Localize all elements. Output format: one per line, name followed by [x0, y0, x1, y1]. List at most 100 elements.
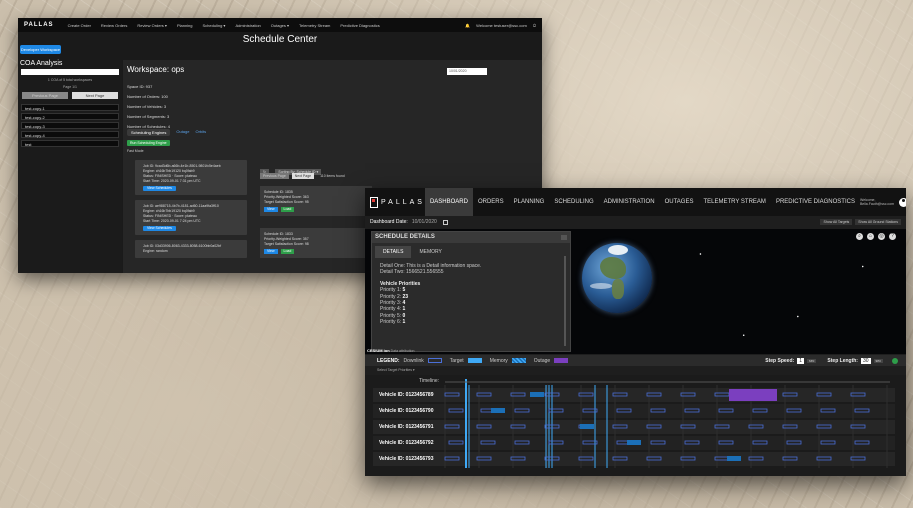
job-card: Job ID: ae988715-4b7b-4181-ad60-11aa9fa3… [135, 200, 247, 235]
job-engine: Engine: random [143, 249, 168, 253]
playback-controls: Step Speed: 1 sec Step Length: 30 sec [757, 357, 906, 364]
earth-globe[interactable] [582, 243, 652, 313]
globe-land-south-america [612, 279, 624, 299]
memory-block [491, 408, 505, 413]
nav-planning[interactable]: PLANNING [509, 188, 550, 216]
nav-scheduling[interactable]: Scheduling ▾ [203, 23, 226, 28]
nav-create-order[interactable]: Create Order [68, 23, 91, 28]
step-length-input[interactable]: 30 [860, 357, 871, 364]
coa-item[interactable]: test-copy-2 [21, 113, 119, 120]
coa-prev-button[interactable]: Previous Page [22, 92, 68, 99]
pallas-logo: PALLAS [24, 22, 54, 28]
nav-telemetry-stream[interactable]: Telemetry Stream [299, 23, 330, 28]
home-icon[interactable]: ⌂ [867, 233, 874, 240]
show-all-ground-stations-button[interactable]: Show All Ground Stations [855, 219, 901, 225]
schedule-pagination: Previous Page Next Page 110 items found [260, 173, 350, 179]
schedule-view-button[interactable]: View [264, 207, 278, 212]
fast-mode-toggle[interactable]: Fast Mode [127, 149, 144, 153]
globe-cloud [590, 283, 612, 289]
nav-orders[interactable]: ORDERS [473, 188, 509, 216]
tab-orbits[interactable]: Orbits [195, 129, 206, 136]
schedule-load-button[interactable]: Load [280, 249, 295, 254]
schedule-card: Schedule ID: 1835 Priority-Weighted Scor… [260, 186, 372, 216]
timeline-chart[interactable] [365, 375, 906, 476]
job-start: Start Time: 2020-09-01 7:31 pm UTC [143, 179, 201, 183]
outage-block [729, 389, 777, 401]
schedule-prev-button[interactable]: Previous Page [260, 173, 289, 179]
schedule-load-button[interactable]: Load [280, 207, 295, 212]
coa-item[interactable]: test-copy-1 [21, 104, 119, 111]
page-title: Schedule Center [242, 34, 318, 45]
schedule-card: Schedule ID: 1833 Priority-Weighted Scor… [260, 228, 372, 258]
target-priority-filter[interactable]: Select Target Priorities ▾ [377, 368, 415, 372]
legend-memory-label: Memory [489, 357, 508, 364]
vehicle-row-label: Vehicle ID: 0123456792 [379, 440, 434, 446]
tab-memory[interactable]: MEMORY [411, 246, 449, 258]
job-start: Start Time: 2020-09-01 7:24 pm UTC [143, 219, 201, 223]
layers-icon[interactable]: ◎ [878, 233, 885, 240]
detail-two: Detail Two: 1566521.556555 [380, 269, 444, 276]
details-scrollbar[interactable] [564, 256, 566, 346]
coa-item[interactable]: test [21, 140, 119, 147]
dashboard-date-label: Dashboard Date: [370, 219, 408, 225]
legend-target-swatch [467, 358, 482, 363]
orders-count: Number of Orders: 100 [127, 94, 168, 99]
schedule-target-score: Target Satisfaction Score: 98 [264, 242, 309, 246]
calendar-icon[interactable] [442, 219, 448, 225]
nav-scheduling[interactable]: SCHEDULING [549, 188, 598, 216]
view-schedules-button[interactable]: View Schedules [143, 226, 176, 231]
globe-ice [608, 245, 628, 255]
nav-dashboard[interactable]: DASHBOARD [424, 188, 473, 216]
cesium-note[interactable]: Data attribution [391, 349, 415, 353]
nav-telemetry-stream[interactable]: TELEMETRY STREAM [698, 188, 770, 216]
developer-workspace-button[interactable]: Developer Workspace [20, 45, 61, 54]
search-icon[interactable]: ⌕ [856, 233, 863, 240]
nav-administration[interactable]: Administration [235, 23, 260, 28]
schedule-details-header: SCHEDULE DETAILS [372, 232, 570, 243]
timeline-row [373, 404, 895, 418]
nav-outages[interactable]: Outages ▾ [271, 23, 289, 28]
tab-outage[interactable]: Outage [176, 129, 189, 136]
dashboard-toolbar: Dashboard Date: 10/01/2020 Show All Targ… [365, 217, 906, 227]
play-icon[interactable] [892, 357, 898, 364]
schedule-view-button[interactable]: View [264, 249, 278, 254]
user-account-icon[interactable] [899, 197, 906, 207]
run-scheduling-engine-button[interactable]: Run Scheduling Engine [127, 140, 170, 146]
coa-next-button[interactable]: Next Page [72, 92, 118, 99]
details-tabs: DETAILS MEMORY [375, 246, 570, 258]
legend-downlink-swatch [427, 358, 442, 363]
tab-details[interactable]: DETAILS [375, 246, 412, 258]
coa-item[interactable]: test-copy-4 [21, 131, 119, 138]
bell-icon[interactable]: 🔔 [465, 23, 470, 28]
legend-memory-swatch [511, 358, 526, 363]
tab-scheduling-engines[interactable]: Scheduling Engines [127, 129, 171, 136]
dashboard-date-value[interactable]: 10/01/2020 [412, 219, 437, 225]
schedule-next-button[interactable]: Next Page [291, 173, 315, 179]
coa-item[interactable]: test-copy-3 [21, 122, 119, 129]
globe-viewer[interactable]: ⌕ ⌂ ◎ ? SCHEDULE DETAILS DETAILS MEMORY … [365, 229, 906, 354]
workspace-date-input[interactable]: 10/01/2020 [447, 68, 487, 75]
coa-search-input[interactable] [21, 69, 119, 75]
schedule-target-score: Target Satisfaction Score: 95 [264, 200, 309, 204]
nav-review-orders-menu[interactable]: Review Orders ▾ [137, 23, 167, 28]
vehicle-timeline[interactable]: Timeline: Vehicle ID: 0123456789 Vehicle… [365, 375, 906, 476]
step-length-unit: sec [873, 358, 883, 363]
segments-count: Number of Segments: 3 [127, 114, 170, 119]
view-schedules-button[interactable]: View Schedules [143, 186, 176, 191]
priority-row: Priority 6: 1 [380, 319, 406, 326]
show-all-targets-button[interactable]: Show All Targets [820, 219, 853, 225]
legend-target-label: Target [449, 357, 464, 364]
nav-administration[interactable]: ADMINISTRATION [599, 188, 660, 216]
step-speed-input[interactable]: 1 [797, 357, 804, 364]
legend-outage-swatch [554, 358, 569, 363]
user-email: Bella.Fauth@ssc.com [859, 202, 895, 206]
nav-planning[interactable]: Planning [177, 23, 193, 28]
nav-predictive-diagnostics[interactable]: Predictive Diagnostics [340, 23, 379, 28]
power-icon[interactable]: ⏻ [533, 23, 536, 28]
nav-predictive-diagnostics[interactable]: PREDICTIVE DIAGNOSTICS [771, 188, 860, 216]
nav-outages[interactable]: OUTAGES [660, 188, 699, 216]
help-icon[interactable]: ? [889, 233, 896, 240]
nav-review-orders[interactable]: Review Orders [101, 23, 127, 28]
step-length-label: Step Length: [827, 357, 858, 364]
minimize-icon[interactable] [561, 235, 567, 240]
